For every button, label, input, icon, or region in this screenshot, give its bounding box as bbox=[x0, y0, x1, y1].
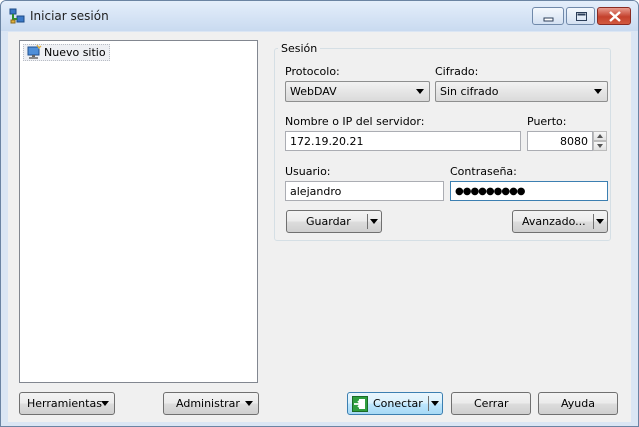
connect-button-label: Conectar bbox=[373, 397, 423, 410]
close-button-label: Cerrar bbox=[474, 397, 509, 410]
chevron-down-icon bbox=[245, 401, 253, 406]
port-stepper[interactable] bbox=[593, 131, 607, 151]
protocol-select[interactable]: WebDAV bbox=[285, 81, 430, 102]
save-button-label: Guardar bbox=[306, 215, 351, 228]
login-window: Iniciar sesión Nuevo sitio Sesión Protoc… bbox=[0, 0, 639, 427]
save-button[interactable]: Guardar bbox=[286, 210, 382, 233]
maximize-icon bbox=[576, 12, 587, 21]
network-computer-icon bbox=[9, 8, 25, 24]
port-down-button[interactable] bbox=[593, 141, 607, 151]
session-group-title: Sesión bbox=[278, 42, 321, 55]
username-input[interactable]: alejandro bbox=[285, 181, 444, 201]
close-icon bbox=[609, 11, 621, 22]
split-separator bbox=[428, 396, 429, 411]
close-button[interactable] bbox=[597, 7, 631, 25]
tools-button[interactable]: Herramientas bbox=[19, 392, 115, 415]
site-item-label: Nuevo sitio bbox=[44, 46, 106, 59]
minimize-icon bbox=[543, 17, 554, 22]
port-label: Puerto: bbox=[527, 115, 567, 128]
host-label: Nombre o IP del servidor: bbox=[285, 115, 425, 128]
protocol-value: WebDAV bbox=[290, 85, 337, 98]
chevron-down-icon bbox=[596, 219, 604, 224]
split-separator bbox=[593, 214, 594, 229]
host-input[interactable]: 172.19.20.21 bbox=[285, 131, 521, 151]
site-tree[interactable]: Nuevo sitio bbox=[19, 40, 258, 383]
port-input[interactable]: 8080 bbox=[527, 131, 593, 151]
connect-button[interactable]: Conectar bbox=[347, 392, 443, 415]
encryption-value: Sin cifrado bbox=[440, 85, 499, 98]
password-input[interactable]: ●●●●●●●●● bbox=[450, 181, 608, 201]
login-arrow-icon bbox=[352, 396, 368, 412]
site-item-nuevo-sitio[interactable]: Nuevo sitio bbox=[23, 44, 110, 61]
encryption-label: Cifrado: bbox=[435, 65, 479, 78]
computer-site-icon bbox=[27, 45, 42, 59]
tools-button-label: Herramientas bbox=[27, 397, 102, 410]
split-separator bbox=[367, 214, 368, 229]
dialog-body: Nuevo sitio Sesión Protocolo: WebDAV Cif… bbox=[8, 32, 631, 422]
manage-button-label: Administrar bbox=[176, 397, 240, 410]
window-title: Iniciar sesión bbox=[30, 9, 109, 23]
close-dialog-button[interactable]: Cerrar bbox=[451, 392, 531, 415]
chevron-down-icon bbox=[416, 89, 424, 94]
chevron-down-icon bbox=[594, 89, 602, 94]
user-label: Usuario: bbox=[285, 165, 331, 178]
maximize-button[interactable] bbox=[566, 7, 595, 25]
port-up-button[interactable] bbox=[593, 131, 607, 141]
advanced-button-label: Avanzado... bbox=[522, 215, 586, 228]
help-button-label: Ayuda bbox=[561, 397, 595, 410]
chevron-down-icon bbox=[101, 401, 109, 406]
password-label: Contraseña: bbox=[450, 165, 517, 178]
encryption-select[interactable]: Sin cifrado bbox=[435, 81, 608, 102]
manage-button[interactable]: Administrar bbox=[163, 392, 259, 415]
title-bar[interactable]: Iniciar sesión bbox=[1, 1, 638, 31]
protocol-label: Protocolo: bbox=[285, 65, 340, 78]
help-button[interactable]: Ayuda bbox=[538, 392, 618, 415]
chevron-down-icon bbox=[370, 219, 378, 224]
chevron-down-icon bbox=[431, 401, 439, 406]
minimize-button[interactable] bbox=[532, 7, 564, 25]
advanced-button[interactable]: Avanzado... bbox=[512, 210, 608, 233]
